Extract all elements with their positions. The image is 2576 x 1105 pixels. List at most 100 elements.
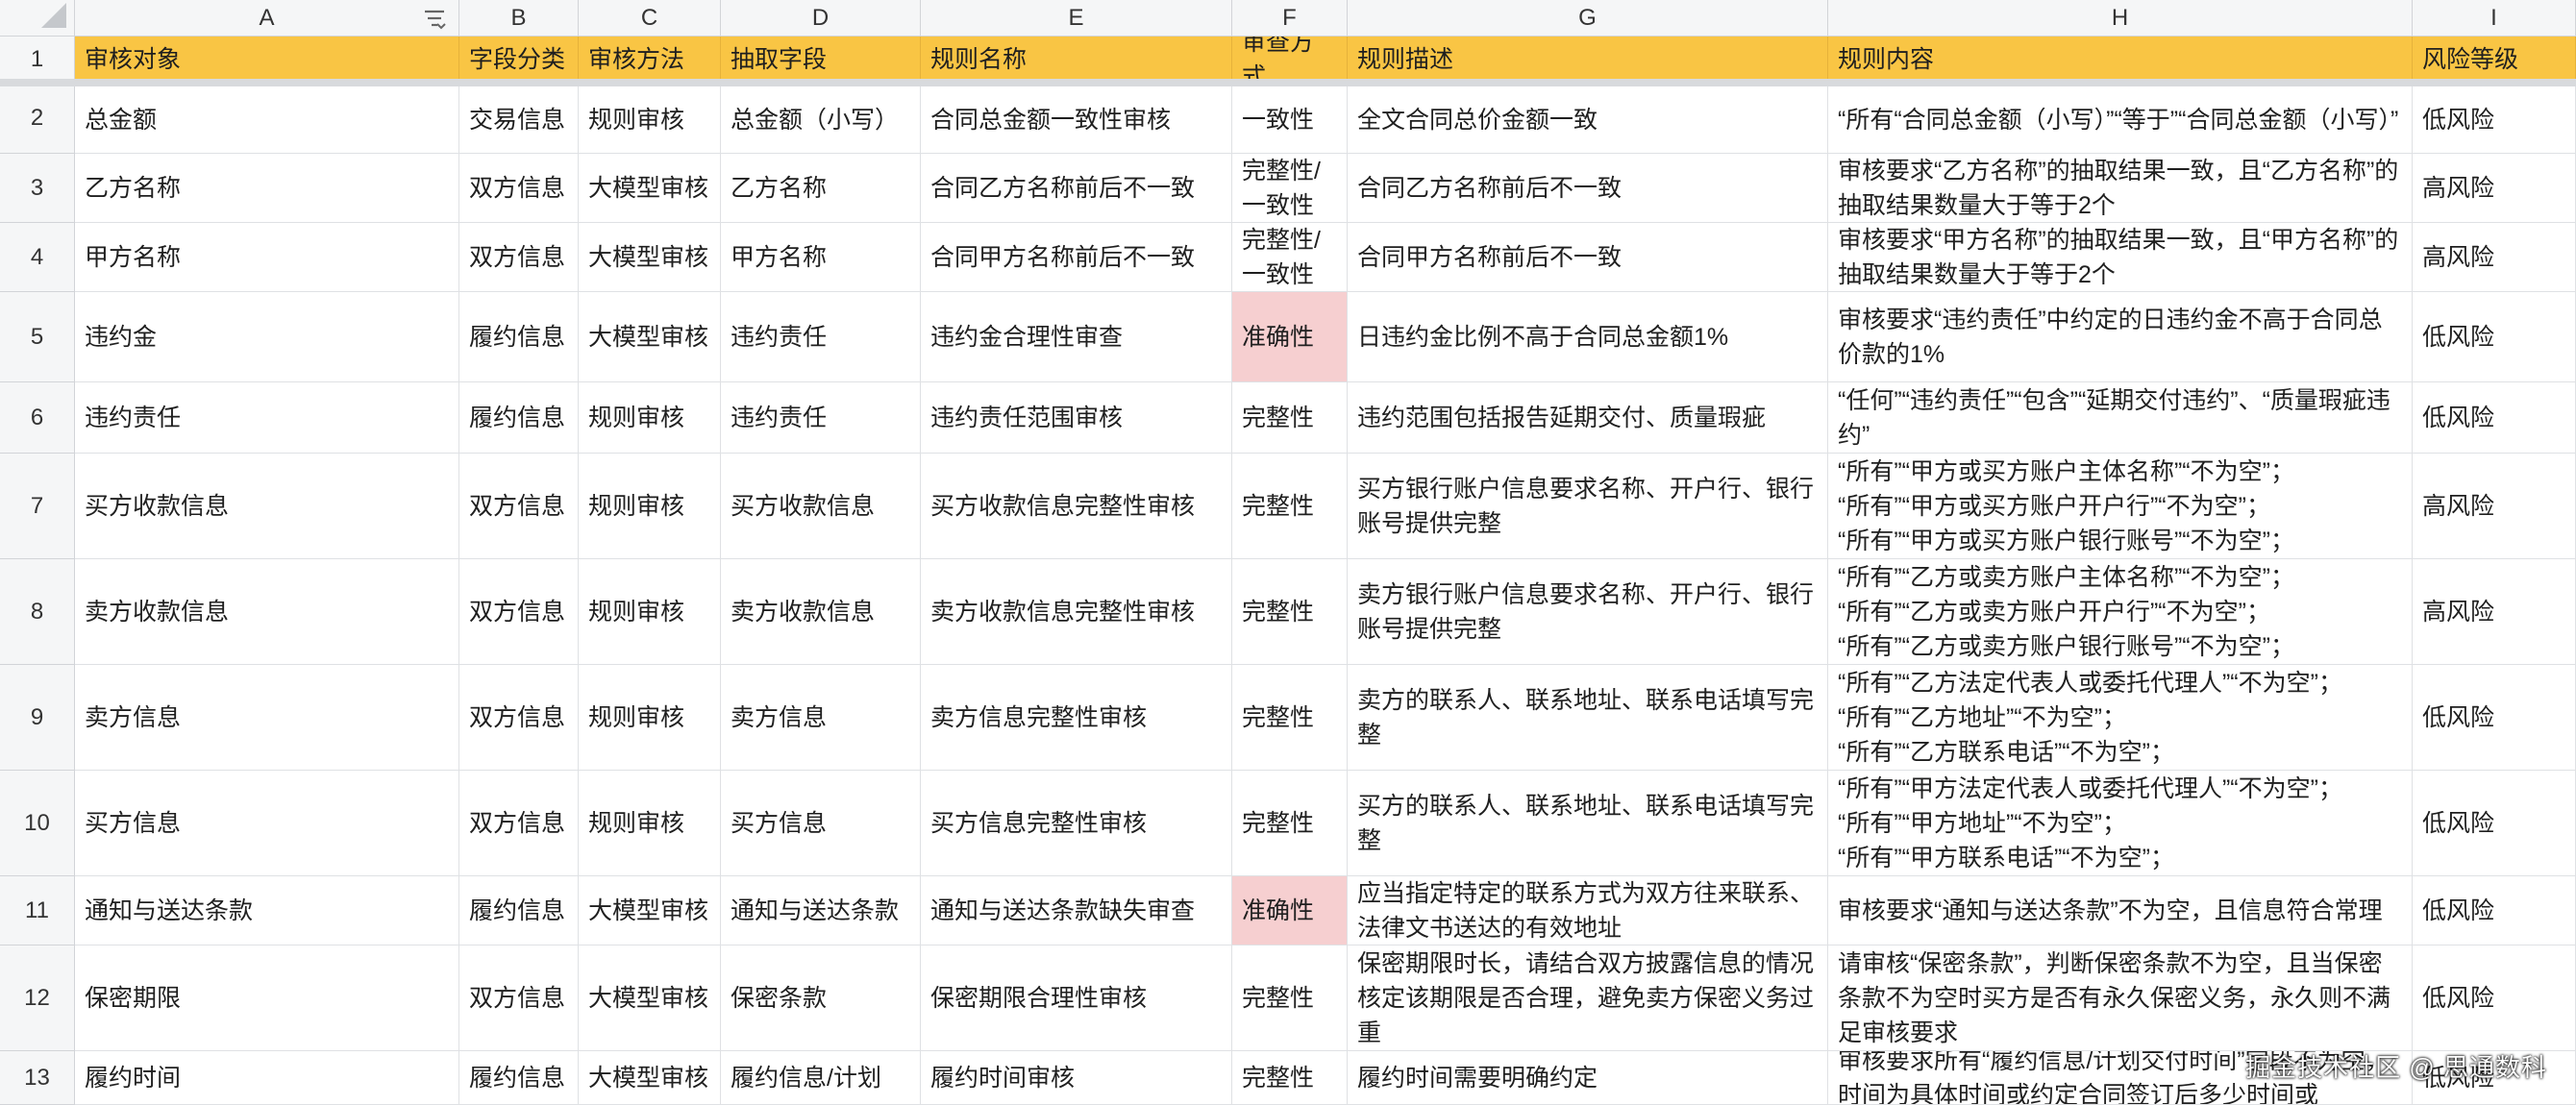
table-cell[interactable]: 违约金 — [75, 292, 459, 382]
table-cell[interactable]: 总金额（小写） — [721, 86, 921, 154]
table-cell[interactable]: 高风险 — [2413, 559, 2576, 665]
table-cell[interactable]: 履约信息 — [459, 382, 579, 454]
table-cell[interactable]: 低风险 — [2413, 945, 2576, 1051]
table-cell[interactable]: 甲方名称 — [721, 223, 921, 292]
table-cell[interactable]: 保密期限时长，请结合双方披露信息的情况核定该期限是否合理，避免卖方保密义务过重 — [1348, 945, 1828, 1051]
column-header-b[interactable]: B — [459, 0, 579, 37]
table-cell[interactable]: 高风险 — [2413, 154, 2576, 223]
table-cell[interactable]: 买方信息 — [721, 771, 921, 876]
table-cell[interactable]: 合同甲方名称前后不一致 — [921, 223, 1232, 292]
table-cell[interactable]: 双方信息 — [459, 945, 579, 1051]
table-cell[interactable]: 大模型审核 — [579, 876, 721, 945]
table-cell[interactable]: 保密条款 — [721, 945, 921, 1051]
table-cell[interactable]: 履约信息 — [459, 292, 579, 382]
row-number-9[interactable]: 9 — [0, 665, 75, 771]
table-cell[interactable]: “所有“合同总金额（小写）”“等于”“合同总金额（小写）” — [1828, 86, 2413, 154]
column-header-i[interactable]: I — [2413, 0, 2576, 37]
table-cell[interactable]: 买方收款信息完整性审核 — [921, 454, 1232, 559]
header-cell-a[interactable]: 审核对象 — [75, 37, 459, 83]
table-cell[interactable]: 履约信息 — [459, 876, 579, 945]
header-cell-c[interactable]: 审核方法 — [579, 37, 721, 83]
table-cell[interactable]: 全文合同总价金额一致 — [1348, 86, 1828, 154]
table-cell[interactable]: 双方信息 — [459, 771, 579, 876]
row-number-3[interactable]: 3 — [0, 154, 75, 223]
filter-icon[interactable] — [422, 6, 447, 31]
table-cell[interactable]: 乙方名称 — [75, 154, 459, 223]
row-number-7[interactable]: 7 — [0, 454, 75, 559]
select-all-corner[interactable] — [0, 0, 75, 37]
row-number-5[interactable]: 5 — [0, 292, 75, 382]
table-cell[interactable]: 完整性 — [1232, 559, 1348, 665]
table-cell[interactable]: 卖方的联系人、联系地址、联系电话填写完整 — [1348, 665, 1828, 771]
table-cell[interactable]: 双方信息 — [459, 559, 579, 665]
table-cell[interactable]: 大模型审核 — [579, 223, 721, 292]
table-cell[interactable]: 履约时间 — [75, 1051, 459, 1105]
table-cell[interactable]: 卖方银行账户信息要求名称、开户行、银行账号提供完整 — [1348, 559, 1828, 665]
column-header-e[interactable]: E — [921, 0, 1232, 37]
table-cell[interactable]: 买方收款信息 — [721, 454, 921, 559]
row-number-10[interactable]: 10 — [0, 771, 75, 876]
table-cell[interactable]: 低风险 — [2413, 382, 2576, 454]
table-cell[interactable]: 履约时间需要明确约定 — [1348, 1051, 1828, 1105]
table-cell[interactable]: 双方信息 — [459, 223, 579, 292]
table-cell[interactable]: 一致性 — [1232, 86, 1348, 154]
header-cell-b[interactable]: 字段分类 — [459, 37, 579, 83]
frozen-row-divider[interactable] — [0, 79, 2576, 86]
row-number-13[interactable]: 13 — [0, 1051, 75, 1105]
table-cell[interactable]: 买方信息 — [75, 771, 459, 876]
column-header-a[interactable]: A — [75, 0, 459, 37]
table-cell[interactable]: 卖方收款信息 — [721, 559, 921, 665]
table-cell[interactable]: 完整性/ 一致性 — [1232, 223, 1348, 292]
table-cell[interactable]: 买方收款信息 — [75, 454, 459, 559]
table-cell[interactable]: 违约范围包括报告延期交付、质量瑕疵 — [1348, 382, 1828, 454]
table-cell[interactable]: 审核要求“违约责任”中约定的日违约金不高于合同总价款的1% — [1828, 292, 2413, 382]
table-cell[interactable]: 大模型审核 — [579, 1051, 721, 1105]
table-cell[interactable]: 完整性 — [1232, 665, 1348, 771]
table-cell[interactable]: 履约时间审核 — [921, 1051, 1232, 1105]
table-cell[interactable]: 规则审核 — [579, 665, 721, 771]
table-cell[interactable]: 合同甲方名称前后不一致 — [1348, 223, 1828, 292]
table-cell[interactable]: 通知与送达条款缺失审查 — [921, 876, 1232, 945]
table-cell[interactable]: 规则审核 — [579, 454, 721, 559]
header-cell-h[interactable]: 规则内容 — [1828, 37, 2413, 83]
table-cell[interactable]: 卖方信息 — [721, 665, 921, 771]
table-cell[interactable]: 准确性 — [1232, 876, 1348, 945]
column-header-f[interactable]: F — [1232, 0, 1348, 37]
header-cell-e[interactable]: 规则名称 — [921, 37, 1232, 83]
table-cell[interactable]: 请审核“保密条款”，判断保密条款不为空，且当保密条款不为空时买方是否有永久保密义… — [1828, 945, 2413, 1051]
table-cell[interactable]: 审核要求“通知与送达条款”不为空，且信息符合常理 — [1828, 876, 2413, 945]
table-cell[interactable]: 违约金合理性审查 — [921, 292, 1232, 382]
table-cell[interactable]: 准确性 — [1232, 292, 1348, 382]
table-cell[interactable]: 双方信息 — [459, 154, 579, 223]
table-cell[interactable]: 通知与送达条款 — [75, 876, 459, 945]
header-cell-i[interactable]: 风险等级 — [2413, 37, 2576, 83]
table-cell[interactable]: 买方银行账户信息要求名称、开户行、银行账号提供完整 — [1348, 454, 1828, 559]
row-number-4[interactable]: 4 — [0, 223, 75, 292]
row-number-8[interactable]: 8 — [0, 559, 75, 665]
table-cell[interactable]: 应当指定特定的联系方式为双方往来联系、法律文书送达的有效地址 — [1348, 876, 1828, 945]
table-cell[interactable]: 违约责任 — [721, 382, 921, 454]
table-cell[interactable]: 低风险 — [2413, 876, 2576, 945]
table-cell[interactable]: 履约信息/计划 — [721, 1051, 921, 1105]
table-cell[interactable]: 甲方名称 — [75, 223, 459, 292]
header-cell-d[interactable]: 抽取字段 — [721, 37, 921, 83]
table-cell[interactable]: 高风险 — [2413, 454, 2576, 559]
table-cell[interactable]: 买方信息完整性审核 — [921, 771, 1232, 876]
table-cell[interactable]: 日违约金比例不高于合同总金额1% — [1348, 292, 1828, 382]
table-cell[interactable]: “所有”“乙方或卖方账户主体名称”“不为空”； “所有”“乙方或卖方账户开户行”… — [1828, 559, 2413, 665]
column-header-c[interactable]: C — [579, 0, 721, 37]
table-cell[interactable]: 低风险 — [2413, 665, 2576, 771]
table-cell[interactable]: 完整性 — [1232, 454, 1348, 559]
table-cell[interactable]: 履约信息 — [459, 1051, 579, 1105]
column-header-d[interactable]: D — [721, 0, 921, 37]
table-cell[interactable]: 规则审核 — [579, 382, 721, 454]
table-cell[interactable]: “所有”“甲方法定代表人或委托代理人”“不为空”； “所有”“甲方地址”“不为空… — [1828, 771, 2413, 876]
table-cell[interactable]: 完整性/ 一致性 — [1232, 154, 1348, 223]
table-cell[interactable]: 买方的联系人、联系地址、联系电话填写完整 — [1348, 771, 1828, 876]
row-number-11[interactable]: 11 — [0, 876, 75, 945]
table-cell[interactable]: 违约责任 — [721, 292, 921, 382]
table-cell[interactable]: 交易信息 — [459, 86, 579, 154]
table-cell[interactable]: 完整性 — [1232, 382, 1348, 454]
column-header-h[interactable]: H — [1828, 0, 2413, 37]
table-cell[interactable]: 卖方信息 — [75, 665, 459, 771]
